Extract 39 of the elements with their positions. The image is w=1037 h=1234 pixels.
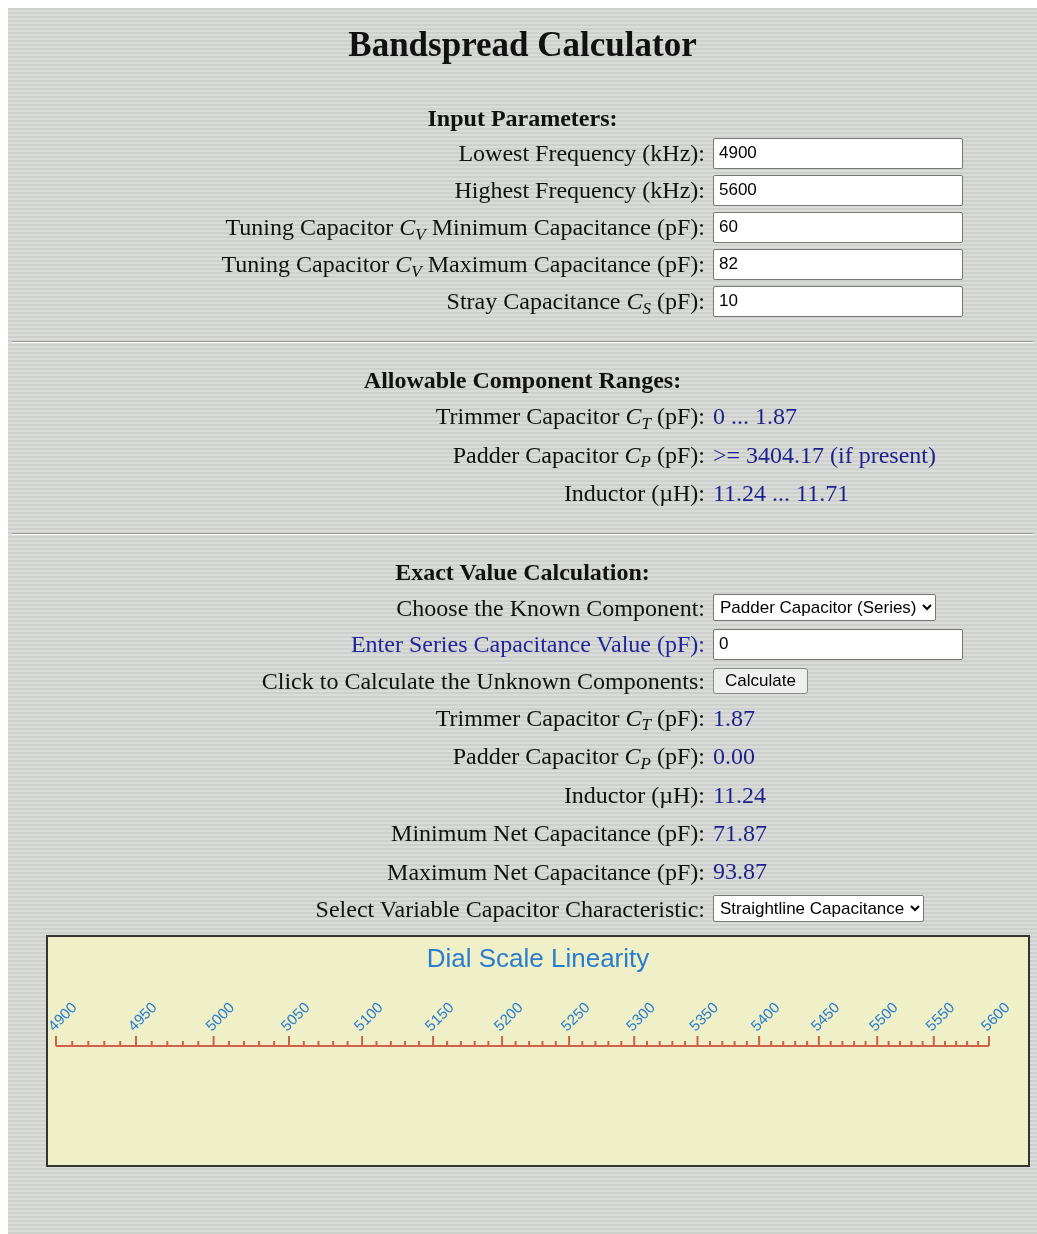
field-label: Click to Calculate the Unknown Components: xyxy=(260,666,705,696)
result-value: 11.24 xyxy=(713,781,767,808)
field-label: Padder Capacitor C$_{P}$ (pF): xyxy=(451,742,705,775)
field-label: Tuning Capacitor C$_{V}$ Maximum Capacitance (pF): xyxy=(220,250,705,283)
section-heading: Allowable Component Ranges: xyxy=(362,366,683,394)
result-value: 11.24 ... 11.71 xyxy=(713,480,850,507)
field-label: Highest Frequency (kHz): xyxy=(453,176,705,206)
field-label: Minimum Net Capacitance (pF): xyxy=(390,819,705,849)
field-label: Choose the Known Component: xyxy=(395,593,705,623)
input-field[interactable]: 82 xyxy=(713,248,963,280)
field-label: Trimmer Capacitor C$_{T}$ (pF): xyxy=(434,402,705,435)
field-label: Lowest Frequency (kHz): xyxy=(457,139,705,169)
field-label: Inductor (µH): xyxy=(562,479,705,509)
section-heading: Input Parameters: xyxy=(426,104,619,131)
section-heading: Exact Value Calculation: xyxy=(394,559,651,586)
result-value: 0.00 xyxy=(713,743,755,770)
dropdown[interactable]: Straightline Capacitance xyxy=(713,895,924,923)
dropdown[interactable]: Padder Capacitor (Series) xyxy=(713,594,936,622)
result-value: 93.87 xyxy=(713,858,767,885)
field-label: Inductor (µH): xyxy=(562,780,705,810)
result-value: 0 ... 1.87 xyxy=(713,403,797,430)
field-label: Stray Capacitance C$_{S}$ (pF): xyxy=(445,287,705,320)
field-label: Tuning Capacitor C$_{V}$ Minimum Capacitance (pF): xyxy=(224,213,705,246)
calculate-button[interactable]: Calculate xyxy=(713,667,808,694)
input-field[interactable]: 5600 xyxy=(713,174,963,206)
input-field[interactable]: 0 xyxy=(713,628,963,660)
chart-title: Dial Scale Linearity xyxy=(425,942,651,974)
input-field[interactable]: 10 xyxy=(713,285,963,317)
result-value: 1.87 xyxy=(713,704,755,731)
page-title: Bandspread Calculator xyxy=(347,24,698,65)
field-label: Maximum Net Capacitance (pF): xyxy=(386,857,705,887)
input-field[interactable]: 4900 xyxy=(713,137,963,169)
result-value: >= 3404.17 (if present) xyxy=(713,441,937,468)
field-label: Padder Capacitor C$_{P}$ (pF): xyxy=(451,440,705,473)
field-label: Enter Series Capacitance Value (pF): xyxy=(349,630,705,660)
field-label: Select Variable Capacitor Characteristic: xyxy=(314,894,705,924)
field-label: Trimmer Capacitor C$_{T}$ (pF): xyxy=(434,704,705,737)
input-field[interactable]: 60 xyxy=(713,211,963,243)
result-value: 71.87 xyxy=(713,820,767,846)
